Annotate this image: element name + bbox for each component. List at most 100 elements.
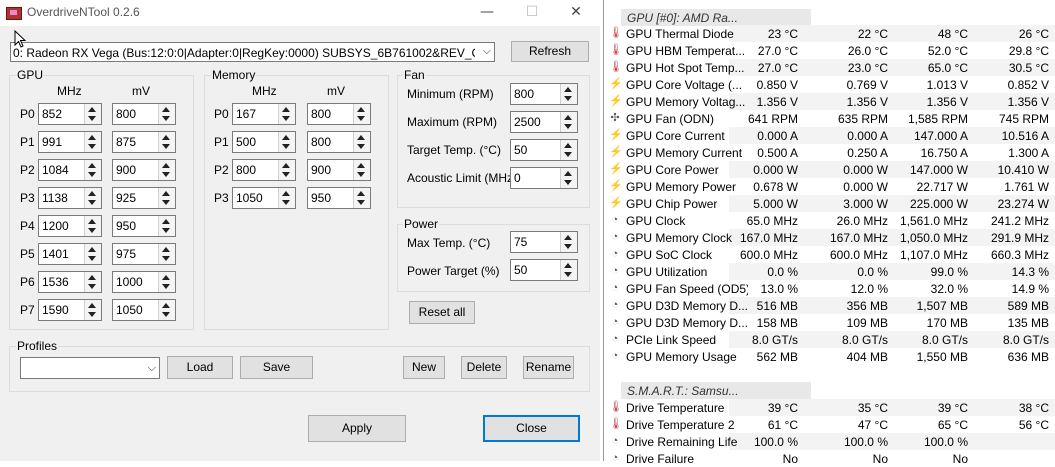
spin-up-icon[interactable]	[88, 247, 96, 252]
spin-down-icon[interactable]	[564, 152, 572, 157]
power-target-spinbox[interactable]: 50	[510, 259, 578, 281]
sensor-row[interactable]: ◔ GPU D3D Memory D... 158 MB 109 MB 170 MB 13…	[604, 314, 1055, 331]
spin-down-icon[interactable]	[564, 124, 572, 129]
memory-p0-mv-spinbox[interactable]: 800	[307, 103, 371, 125]
spin-up-icon[interactable]	[564, 87, 572, 92]
save-profile-button[interactable]: Save	[240, 356, 313, 379]
spin-up-icon[interactable]	[88, 191, 96, 196]
spin-up-icon[interactable]	[357, 135, 365, 140]
spin-down-icon[interactable]	[88, 116, 96, 121]
spin-down-icon[interactable]	[88, 256, 96, 261]
sensor-row[interactable]: ⚡ GPU Core Power 0.000 W 0.000 W 147.000 W 10…	[604, 161, 1055, 178]
sensor-row[interactable]: ⚡ GPU Core Current 0.000 A 0.000 A 147.000 A…	[604, 127, 1055, 144]
memory-p3-mv-spinbox[interactable]: 950	[307, 187, 371, 209]
spin-down-icon[interactable]	[357, 144, 365, 149]
spin-up-icon[interactable]	[88, 107, 96, 112]
spin-down-icon[interactable]	[162, 284, 170, 289]
spin-down-icon[interactable]	[88, 312, 96, 317]
spin-down-icon[interactable]	[162, 116, 170, 121]
spin-down-icon[interactable]	[162, 144, 170, 149]
spin-up-icon[interactable]	[564, 115, 572, 120]
spin-down-icon[interactable]	[88, 228, 96, 233]
spin-down-icon[interactable]	[162, 228, 170, 233]
gpu-p3-mv-spinbox[interactable]: 925	[112, 187, 176, 209]
fan-target-temp-spinbox[interactable]: 50	[510, 139, 578, 161]
refresh-button[interactable]: Refresh	[511, 41, 589, 62]
memory-p3-mhz-spinbox[interactable]: 1050	[232, 187, 296, 209]
spin-down-icon[interactable]	[88, 144, 96, 149]
spin-up-icon[interactable]	[282, 135, 290, 140]
spin-down-icon[interactable]	[357, 116, 365, 121]
gpu-p5-mv-spinbox[interactable]: 975	[112, 243, 176, 265]
fan-acoustic-limit-spinbox[interactable]: 0	[510, 167, 578, 189]
fan-minimum-spinbox[interactable]: 800	[510, 83, 578, 105]
title-bar[interactable]: OverdriveNTool 0.2.6 — ☐ ✕	[0, 0, 600, 26]
close-button[interactable]: Close	[483, 415, 580, 442]
reset-all-button[interactable]: Reset all	[409, 301, 475, 324]
spin-up-icon[interactable]	[162, 135, 170, 140]
spin-up-icon[interactable]	[282, 107, 290, 112]
sensor-row[interactable]: ✣ GPU Fan (ODN) 641 RPM 635 RPM 1,585 RPM 745…	[604, 110, 1055, 127]
memory-p2-mhz-spinbox[interactable]: 800	[232, 159, 296, 181]
sensor-row[interactable]: ◔ GPU Utilization 0.0 % 0.0 % 99.0 % 14.3 %	[604, 263, 1055, 280]
spin-up-icon[interactable]	[564, 263, 572, 268]
spin-down-icon[interactable]	[88, 172, 96, 177]
apply-button[interactable]: Apply	[308, 415, 406, 442]
fan-maximum-spinbox[interactable]: 2500	[510, 111, 578, 133]
spin-down-icon[interactable]	[357, 200, 365, 205]
device-select[interactable]: 0: Radeon RX Vega (Bus:12:0:0|Adapter:0|…	[10, 42, 495, 62]
spin-up-icon[interactable]	[88, 219, 96, 224]
spin-down-icon[interactable]	[162, 172, 170, 177]
sensor-row[interactable]: ◔ Drive Failure No No No	[604, 450, 1055, 467]
gpu-p2-mv-spinbox[interactable]: 900	[112, 159, 176, 181]
sensor-group-gpu[interactable]: GPU [#0]: AMD Ra...	[621, 9, 811, 26]
gpu-p4-mv-spinbox[interactable]: 950	[112, 215, 176, 237]
maximize-button[interactable]: ☐	[517, 2, 547, 22]
sensor-row[interactable]: 🌡 Drive Temperature 2 61 °C 47 °C 65 °C 56 °C	[604, 416, 1055, 433]
sensor-row[interactable]: ◔ GPU Memory Usage 562 MB 404 MB 1,550 MB 636…	[604, 348, 1055, 365]
spin-down-icon[interactable]	[282, 116, 290, 121]
spin-up-icon[interactable]	[357, 191, 365, 196]
spin-up-icon[interactable]	[162, 191, 170, 196]
spin-up-icon[interactable]	[162, 107, 170, 112]
new-profile-button[interactable]: New	[403, 356, 445, 379]
spin-up-icon[interactable]	[282, 163, 290, 168]
memory-p1-mv-spinbox[interactable]: 800	[307, 131, 371, 153]
spin-up-icon[interactable]	[282, 191, 290, 196]
spin-down-icon[interactable]	[564, 180, 572, 185]
sensor-row[interactable]: ⚡ GPU Memory Current 0.500 A 0.250 A 16.750 …	[604, 144, 1055, 161]
gpu-p2-mhz-spinbox[interactable]: 1084	[38, 159, 102, 181]
gpu-p0-mhz-spinbox[interactable]: 852	[38, 103, 102, 125]
minimize-button[interactable]: —	[472, 2, 502, 22]
spin-down-icon[interactable]	[357, 172, 365, 177]
spin-down-icon[interactable]	[282, 172, 290, 177]
spin-up-icon[interactable]	[88, 135, 96, 140]
spin-up-icon[interactable]	[564, 235, 572, 240]
spin-up-icon[interactable]	[357, 163, 365, 168]
spin-down-icon[interactable]	[162, 312, 170, 317]
memory-p0-mhz-spinbox[interactable]: 167	[232, 103, 296, 125]
gpu-p6-mv-spinbox[interactable]: 1000	[112, 271, 176, 293]
delete-profile-button[interactable]: Delete	[461, 356, 507, 379]
spin-up-icon[interactable]	[564, 143, 572, 148]
close-window-button[interactable]: ✕	[561, 2, 591, 22]
gpu-p5-mhz-spinbox[interactable]: 1401	[38, 243, 102, 265]
sensor-row[interactable]: ◔ GPU D3D Memory D... 516 MB 356 MB 1,507 MB…	[604, 297, 1055, 314]
sensor-row[interactable]: ◔ PCIe Link Speed 8.0 GT/s 8.0 GT/s 8.0 GT/s…	[604, 331, 1055, 348]
gpu-p7-mv-spinbox[interactable]: 1050	[112, 299, 176, 321]
sensor-row[interactable]: ◔ GPU Fan Speed (OD5) 13.0 % 12.0 % 32.0 % 14…	[604, 280, 1055, 297]
rename-profile-button[interactable]: Rename	[523, 356, 574, 379]
spin-up-icon[interactable]	[564, 171, 572, 176]
sensor-row[interactable]: 🌡 GPU HBM Temperat... 27.0 °C 26.0 °C 52.0 °…	[604, 42, 1055, 59]
sensor-row[interactable]: ◔ Drive Remaining Life 100.0 % 100.0 % 100.0…	[604, 433, 1055, 450]
spin-down-icon[interactable]	[564, 272, 572, 277]
spin-down-icon[interactable]	[564, 96, 572, 101]
sensor-row[interactable]: 🌡 GPU Thermal Diode 23 °C 22 °C 48 °C 26 °C	[604, 25, 1055, 42]
spin-up-icon[interactable]	[162, 163, 170, 168]
spin-down-icon[interactable]	[564, 244, 572, 249]
spin-up-icon[interactable]	[88, 275, 96, 280]
sensor-row[interactable]: ⚡ GPU Core Voltage (... 0.850 V 0.769 V 1.01…	[604, 76, 1055, 93]
sensor-row[interactable]: ◔ GPU Memory Clock 167.0 MHz 167.0 MHz 1,050…	[604, 229, 1055, 246]
sensor-row[interactable]: ⚡ GPU Chip Power 5.000 W 3.000 W 225.000 W 23…	[604, 195, 1055, 212]
spin-down-icon[interactable]	[162, 256, 170, 261]
